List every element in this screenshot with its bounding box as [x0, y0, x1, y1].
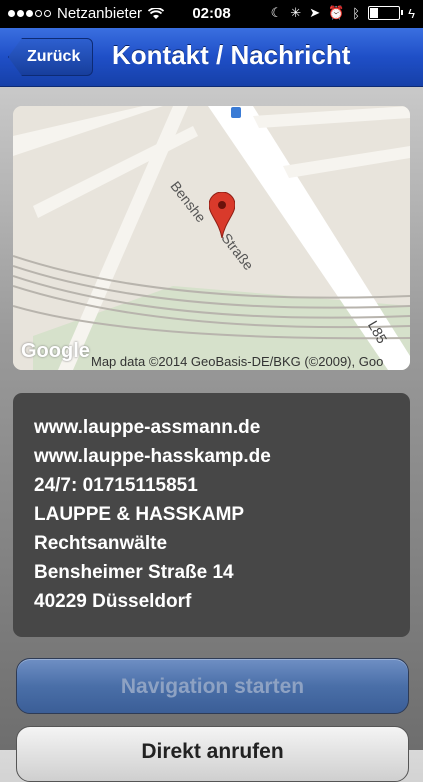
call-directly-button[interactable]: Direkt anrufen: [16, 726, 409, 782]
company-subtitle: Rechtsanwälte: [34, 533, 168, 554]
google-logo: Google: [21, 340, 90, 362]
location-arrow-icon: ➤: [309, 5, 321, 20]
map-view[interactable]: Benshe Straße L85 Google Map data ©2014 …: [13, 106, 410, 370]
spinner-icon: ✳: [290, 5, 302, 20]
battery-icon: [368, 6, 404, 20]
alarm-icon: ⏰: [328, 5, 345, 20]
charging-bolt-icon: ϟ: [408, 5, 415, 21]
battery-level-fill: [370, 8, 378, 18]
phone-number: 24/7: 01715115851: [34, 475, 198, 496]
street-address: Bensheimer Straße 14: [34, 562, 234, 583]
company-name: LAUPPE & HASSKAMP: [34, 504, 245, 525]
map-attribution: Map data ©2014 GeoBasis-DE/BKG (©2009), …: [91, 354, 384, 369]
page-title: Kontakt / Nachricht: [112, 40, 351, 70]
start-navigation-button[interactable]: Navigation starten: [16, 658, 409, 714]
contact-info-panel: www.lauppe-assmann.de www.lauppe-hasskam…: [13, 393, 410, 637]
moon-icon: ☾: [270, 5, 283, 20]
location-pin-icon[interactable]: [209, 192, 235, 238]
website-link[interactable]: www.lauppe-hasskamp.de: [34, 446, 271, 468]
website-link[interactable]: www.lauppe-assmann.de: [34, 417, 260, 439]
start-navigation-label: Navigation starten: [120, 675, 305, 698]
status-bar: Netzanbieter 02:08 ☾ ✳ ➤ ⏰ ᛒ ϟ: [0, 0, 423, 28]
map-roads: [13, 106, 410, 370]
navigation-bar: Zurück Kontakt / Nachricht: [0, 28, 423, 87]
back-button[interactable]: Zurück: [8, 38, 94, 76]
bluetooth-icon: ᛒ: [352, 5, 361, 21]
call-directly-label: Direkt anrufen: [141, 740, 284, 763]
city-address: 40229 Düsseldorf: [34, 591, 192, 612]
